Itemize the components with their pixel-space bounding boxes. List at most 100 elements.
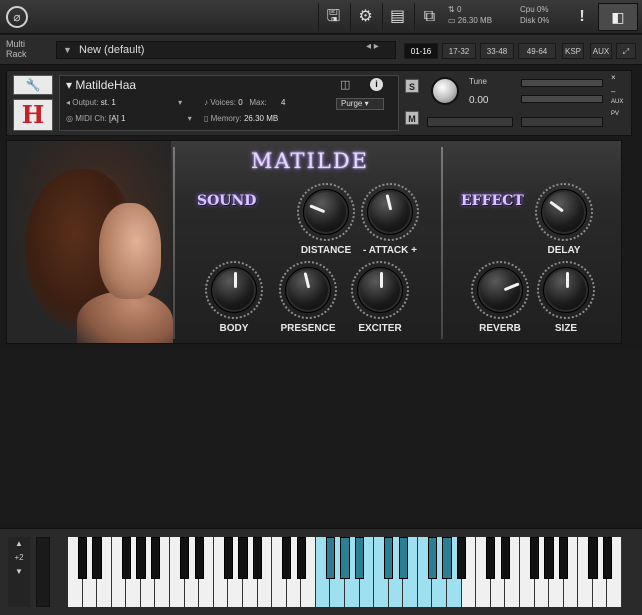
piano-keyboard[interactable]: [68, 537, 622, 607]
instrument-header: 🔧 H ▾ MatildeHaa ◫ i ◂ Output: st. 1 ▾ ♪…: [6, 70, 632, 136]
black-key[interactable]: [354, 537, 365, 579]
exciter-knob[interactable]: EXCITER: [345, 261, 415, 339]
portrait-face: [99, 203, 161, 299]
body-label: BODY: [219, 323, 249, 334]
octave-control[interactable]: ▲ +2 ▼: [8, 537, 30, 607]
distance-label: DISTANCE: [300, 245, 352, 256]
attack-label: - ATTACK +: [363, 245, 417, 256]
tune-label: Tune: [469, 77, 487, 86]
empty-rack-area[interactable]: [0, 350, 642, 526]
tune-knob[interactable]: [431, 77, 459, 105]
close-icon[interactable]: ×: [611, 73, 616, 82]
aux-button[interactable]: AUX: [590, 43, 612, 59]
black-key[interactable]: [77, 537, 88, 579]
black-key[interactable]: [296, 537, 306, 579]
pv-label[interactable]: PV: [611, 111, 619, 117]
purge-dropdown[interactable]: Purge ▾: [336, 98, 384, 110]
black-key[interactable]: [121, 537, 131, 579]
divider-right: [441, 147, 443, 339]
multi-name: New (default): [79, 44, 145, 56]
warning-icon[interactable]: !: [572, 4, 592, 30]
kontakt-logo-icon[interactable]: ⌀: [6, 6, 28, 28]
black-key[interactable]: [194, 537, 204, 579]
size-knob[interactable]: SIZE: [531, 261, 601, 339]
solo-button[interactable]: S: [405, 79, 419, 93]
expand-icon[interactable]: ⤢: [616, 43, 636, 59]
delay-knob[interactable]: DELAY: [529, 183, 599, 261]
info-icon[interactable]: i: [370, 78, 383, 91]
attack-knob[interactable]: - ATTACK +: [355, 183, 425, 261]
black-key[interactable]: [456, 537, 467, 579]
rack-view-icon[interactable]: ▤: [382, 3, 412, 31]
chevron-down-icon[interactable]: ▼: [63, 42, 72, 58]
output-row[interactable]: ◂ Output: st. 1 ▾: [66, 98, 182, 107]
black-key[interactable]: [559, 537, 569, 579]
black-key[interactable]: [282, 537, 292, 579]
ksp-button[interactable]: KSP: [562, 43, 584, 59]
level-meter-left: [521, 79, 603, 87]
tab-17-32[interactable]: 17-32: [442, 43, 476, 59]
black-key[interactable]: [325, 537, 336, 579]
black-key[interactable]: [238, 537, 248, 579]
divider-left: [173, 147, 175, 339]
reverb-label: REVERB: [479, 323, 521, 334]
octave-value: +2: [14, 553, 24, 562]
browser-toggle-icon[interactable]: ◧: [598, 3, 638, 31]
window-icon[interactable]: ⧉: [414, 3, 444, 31]
wrench-icon[interactable]: 🔧: [13, 75, 53, 95]
black-key[interactable]: [486, 537, 496, 579]
library-logo-icon: H: [13, 99, 53, 131]
pitch-wheel[interactable]: [36, 537, 50, 607]
black-key[interactable]: [252, 537, 263, 579]
distance-knob[interactable]: DISTANCE: [291, 183, 361, 261]
voices-row: ♪ Voices: 0 Max: 4: [204, 98, 286, 107]
multi-name-field[interactable]: ▼ New (default): [56, 41, 396, 59]
portrait-image: [7, 141, 173, 343]
minimize-icon[interactable]: –: [611, 87, 615, 96]
tab-49-64[interactable]: 49-64: [518, 43, 556, 59]
black-key[interactable]: [150, 537, 161, 579]
gear-icon[interactable]: ⚙: [350, 3, 380, 31]
octave-up-icon[interactable]: ▲: [8, 537, 30, 551]
black-key[interactable]: [398, 537, 408, 579]
tune-value: 0.00: [469, 95, 489, 106]
tab-33-48[interactable]: 33-48: [480, 43, 514, 59]
black-key[interactable]: [92, 537, 102, 579]
black-key[interactable]: [427, 537, 438, 579]
instrument-title: MATILDE: [251, 149, 369, 173]
pan-slider[interactable]: [427, 117, 513, 127]
black-key[interactable]: [179, 537, 190, 579]
black-key[interactable]: [340, 537, 350, 579]
body-knob[interactable]: BODY: [199, 261, 269, 339]
keyboard-panel: ▲ +2 ▼: [0, 528, 642, 615]
mute-button[interactable]: M: [405, 111, 419, 125]
effect-section-label: EFFECT: [461, 193, 524, 209]
black-key[interactable]: [529, 537, 540, 579]
midi-channel-row[interactable]: ◎ MIDI Ch: [A] 1 ▾: [66, 114, 192, 123]
cpu-value: 0%: [536, 5, 549, 14]
black-key[interactable]: [384, 537, 394, 579]
black-key[interactable]: [544, 537, 554, 579]
camera-icon[interactable]: ◫: [340, 78, 350, 91]
cpu-disk-stats: Cpu 0% Disk 0%: [520, 4, 549, 26]
instrument-info-panel: ▾ MatildeHaa ◫ i ◂ Output: st. 1 ▾ ♪ Voi…: [59, 75, 399, 131]
black-key[interactable]: [223, 537, 234, 579]
black-key[interactable]: [442, 537, 452, 579]
multi-nav-arrows-icon[interactable]: ◂ ▸: [366, 41, 379, 52]
exciter-label: EXCITER: [358, 323, 402, 334]
instrument-ui-panel: MATILDE SOUND EFFECT DISTANCE - ATTACK +…: [6, 140, 622, 344]
tab-01-16[interactable]: 01-16: [404, 43, 438, 59]
black-key[interactable]: [136, 537, 146, 579]
aux-label[interactable]: AUX: [611, 99, 623, 105]
disk-value: 0%: [537, 16, 550, 25]
delay-label: DELAY: [547, 245, 581, 256]
presence-knob[interactable]: PRESENCE: [273, 261, 343, 339]
volume-slider[interactable]: [521, 117, 603, 127]
black-key[interactable]: [602, 537, 613, 579]
reverb-knob[interactable]: REVERB: [465, 261, 535, 339]
black-key[interactable]: [500, 537, 511, 579]
black-key[interactable]: [588, 537, 598, 579]
instrument-name[interactable]: ▾ MatildeHaa: [66, 78, 136, 92]
octave-down-icon[interactable]: ▼: [8, 565, 30, 579]
save-icon[interactable]: 🖫: [318, 3, 348, 31]
